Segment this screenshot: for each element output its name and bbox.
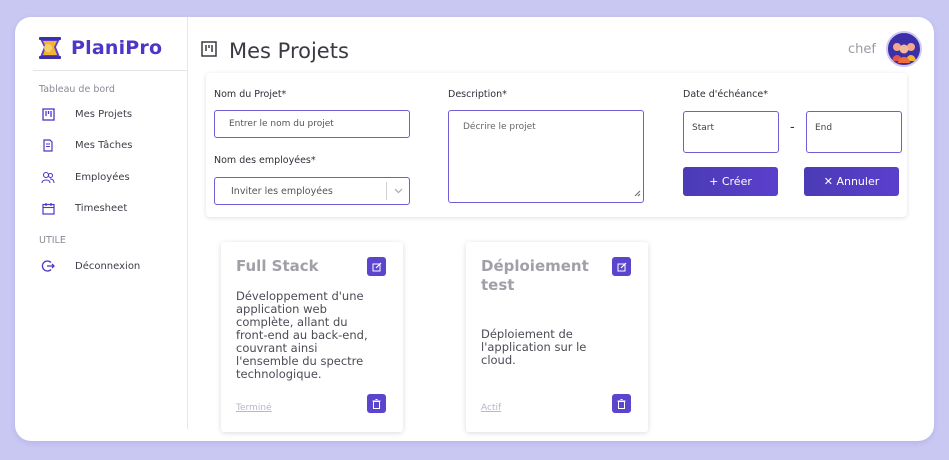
description-placeholder: Décrire le projet [463, 122, 536, 132]
project-name-placeholder: Entrer le nom du projet [229, 119, 334, 129]
project-status[interactable]: Terminé [236, 403, 272, 413]
trash-icon [617, 394, 626, 413]
sidebar: PlaniPro Tableau de bord Mes Projets Mes… [15, 17, 188, 429]
delete-button[interactable] [367, 394, 386, 413]
project-status[interactable]: Actif [481, 403, 501, 413]
board-icon [201, 41, 217, 61]
sidebar-item-employees[interactable]: Employées [41, 170, 130, 184]
sidebar-item-label: Employées [75, 171, 130, 183]
create-button-label: + Créer [709, 175, 752, 188]
app-window: PlaniPro Tableau de bord Mes Projets Mes… [15, 17, 934, 441]
app-logo[interactable]: PlaniPro [35, 33, 162, 63]
start-date-input[interactable]: Start [683, 111, 779, 153]
trash-icon [372, 394, 381, 413]
page-title: Mes Projets [229, 39, 349, 63]
employees-label: Nom des employées* [214, 155, 316, 166]
project-title: Déploiement test [481, 257, 589, 294]
section-label-util: UTILE [39, 235, 66, 246]
sidebar-item-label: Déconnexion [75, 260, 141, 272]
logout-icon [41, 259, 55, 273]
edit-button[interactable] [367, 257, 386, 276]
user-menu[interactable]: chef [848, 31, 922, 67]
sidebar-item-label: Timesheet [75, 202, 128, 214]
calendar-icon [41, 201, 55, 215]
delete-button[interactable] [612, 394, 631, 413]
sidebar-item-timesheet[interactable]: Timesheet [41, 201, 127, 215]
project-title: Full Stack [236, 257, 319, 275]
edit-button[interactable] [612, 257, 631, 276]
create-button[interactable]: + Créer [683, 167, 778, 196]
new-project-form: Nom du Projet* Entrer le nom du projet N… [206, 73, 907, 217]
description-label: Description* [448, 89, 507, 100]
edit-icon [617, 257, 627, 276]
avatar[interactable] [886, 31, 922, 67]
project-name-input[interactable]: Entrer le nom du projet [214, 110, 410, 138]
date-range-separator: - [790, 120, 795, 135]
sidebar-item-mes-taches[interactable]: Mes Tâches [41, 138, 132, 152]
sidebar-item-mes-projets[interactable]: Mes Projets [41, 107, 132, 121]
end-placeholder: End [815, 123, 833, 133]
edit-icon [372, 257, 382, 276]
employees-select[interactable]: Inviter les employées [214, 177, 410, 205]
divider [33, 70, 187, 71]
users-icon [41, 170, 55, 184]
logo-icon [35, 33, 65, 63]
sidebar-item-logout[interactable]: Déconnexion [41, 259, 140, 273]
sidebar-item-label: Mes Projets [75, 108, 133, 120]
project-card[interactable]: Full Stack Développement d'une applicati… [221, 242, 403, 432]
document-icon [41, 138, 55, 152]
employees-placeholder: Inviter les employées [231, 185, 333, 197]
page-header: Mes Projets [201, 39, 349, 63]
cancel-button-label: ✕ Annuler [823, 175, 880, 188]
user-name: chef [848, 41, 876, 57]
project-name-label: Nom du Projet* [214, 89, 287, 100]
cancel-button[interactable]: ✕ Annuler [804, 167, 899, 196]
start-placeholder: Start [692, 123, 714, 133]
resize-handle-icon[interactable] [634, 190, 641, 200]
board-icon [41, 107, 55, 121]
project-description: Développement d'une application web comp… [236, 289, 368, 381]
project-description: Déploiement de l'application sur le clou… [481, 327, 587, 367]
project-card[interactable]: Déploiement test Déploiement de l'applic… [466, 242, 648, 432]
description-textarea[interactable]: Décrire le projet [448, 110, 644, 203]
app-name: PlaniPro [71, 37, 163, 59]
sidebar-item-label: Mes Tâches [75, 139, 133, 151]
section-label-dashboard: Tableau de bord [39, 84, 115, 95]
chevron-down-icon [387, 188, 409, 194]
end-date-input[interactable]: End [806, 111, 902, 153]
due-date-label: Date d'échéance* [683, 89, 768, 100]
